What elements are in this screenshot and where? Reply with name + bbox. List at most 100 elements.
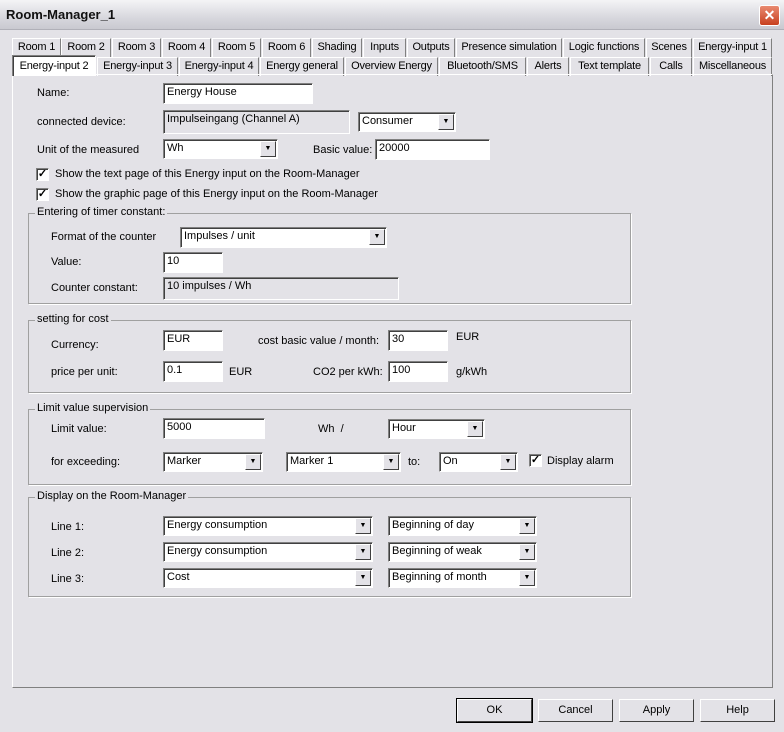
- marker-select[interactable]: Marker 1 ▼: [286, 452, 401, 472]
- period-value: Hour: [392, 422, 416, 434]
- tab-row1-9[interactable]: Presence simulation: [456, 38, 562, 57]
- tab-row1-2[interactable]: Room 3: [112, 38, 161, 57]
- limit-input[interactable]: 5000: [163, 418, 265, 439]
- limit-group: Limit value supervision: [28, 402, 631, 485]
- price-input[interactable]: 0.1: [163, 361, 223, 382]
- line-period-select[interactable]: Beginning of day ▼: [388, 516, 537, 536]
- cost-group-title: setting for cost: [35, 313, 111, 325]
- chevron-down-icon[interactable]: ▼: [245, 454, 261, 470]
- to-label: to:: [408, 456, 421, 468]
- chevron-down-icon[interactable]: ▼: [369, 229, 385, 245]
- display-group-title: Display on the Room-Manager: [35, 490, 189, 502]
- unit-label: Unit of the measured: [37, 144, 140, 156]
- show-text-checkbox[interactable]: ✓: [36, 168, 49, 181]
- chevron-down-icon[interactable]: ▼: [500, 454, 516, 470]
- tab-row1-7[interactable]: Inputs: [363, 38, 406, 57]
- format-value: Impulses / unit: [184, 230, 255, 242]
- exceed-type-value: Marker: [167, 455, 202, 467]
- cost-basic-label: cost basic value / month:: [258, 335, 380, 347]
- basic-value-label: Basic value:: [313, 144, 373, 156]
- cost-basic-input[interactable]: 30: [388, 330, 448, 351]
- line-value: Energy consumption: [167, 545, 268, 557]
- chevron-down-icon[interactable]: ▼: [260, 141, 276, 157]
- show-text-label: Show the text page of this Energy input …: [55, 168, 360, 180]
- help-button[interactable]: Help: [700, 699, 775, 722]
- counter-constant-label: Counter constant:: [51, 282, 138, 294]
- limit-unit: Wh /: [318, 423, 344, 435]
- format-label: Format of the counter: [51, 231, 157, 243]
- price-unit: EUR: [229, 366, 253, 378]
- exceed-type-select[interactable]: Marker ▼: [163, 452, 263, 472]
- marker-value: Marker 1: [290, 455, 334, 467]
- line-period: Beginning of weak: [392, 545, 482, 557]
- ok-button[interactable]: OK: [456, 698, 533, 723]
- device-type-value: Consumer: [362, 115, 413, 127]
- unit-select[interactable]: Wh ▼: [163, 139, 278, 159]
- limit-group-title: Limit value supervision: [35, 402, 151, 414]
- value-label: Value:: [51, 256, 82, 268]
- state-select[interactable]: On ▼: [439, 452, 518, 472]
- tab-row1-4[interactable]: Room 5: [212, 38, 261, 57]
- show-graphic-checkbox[interactable]: ✓: [36, 188, 49, 201]
- name-input[interactable]: Energy House: [163, 83, 313, 104]
- unit-value: Wh: [167, 142, 184, 154]
- line-label: Line 2:: [51, 547, 85, 559]
- display-alarm-checkbox[interactable]: ✓: [529, 454, 542, 467]
- chevron-down-icon[interactable]: ▼: [383, 454, 399, 470]
- cost-basic-unit: EUR: [456, 331, 480, 343]
- apply-button[interactable]: Apply: [619, 699, 694, 722]
- chevron-down-icon[interactable]: ▼: [519, 544, 535, 560]
- chevron-down-icon[interactable]: ▼: [467, 421, 483, 437]
- line-label: Line 1:: [51, 521, 85, 533]
- line-period-select[interactable]: Beginning of weak ▼: [388, 542, 537, 562]
- window-title: Room-Manager_1: [6, 7, 116, 22]
- line-value: Cost: [167, 571, 190, 583]
- chevron-down-icon[interactable]: ▼: [355, 544, 371, 560]
- chevron-down-icon[interactable]: ▼: [355, 570, 371, 586]
- chevron-down-icon[interactable]: ▼: [355, 518, 371, 534]
- co2-label: CO2 per kWh:: [313, 366, 383, 378]
- chevron-down-icon[interactable]: ▼: [438, 114, 454, 130]
- line-period: Beginning of month: [392, 571, 487, 583]
- device-field: Impulseingang (Channel A): [163, 110, 350, 134]
- title-bar: Room-Manager_1 ✕: [0, 0, 784, 30]
- format-select[interactable]: Impulses / unit ▼: [180, 227, 387, 248]
- tab-row1-10[interactable]: Logic functions: [563, 38, 645, 57]
- device-type-select[interactable]: Consumer ▼: [358, 112, 456, 132]
- currency-input[interactable]: EUR: [163, 330, 223, 351]
- tab-row1-8[interactable]: Outputs: [407, 38, 455, 57]
- period-select[interactable]: Hour ▼: [388, 419, 485, 439]
- show-graphic-label: Show the graphic page of this Energy inp…: [55, 188, 378, 200]
- currency-label: Currency:: [51, 339, 99, 351]
- co2-unit: g/kWh: [456, 366, 488, 378]
- tab-row1-11[interactable]: Scenes: [646, 38, 692, 57]
- line-value-select[interactable]: Energy consumption ▼: [163, 542, 373, 562]
- exceed-label: for exceeding:: [51, 456, 121, 468]
- line-label: Line 3:: [51, 573, 85, 585]
- line-value-select[interactable]: Cost ▼: [163, 568, 373, 588]
- tab-row2-0[interactable]: Energy-input 2: [12, 55, 96, 76]
- cancel-button[interactable]: Cancel: [538, 699, 613, 722]
- cost-group: setting for cost: [28, 313, 631, 393]
- line-period: Beginning of day: [392, 519, 474, 531]
- co2-input[interactable]: 100: [388, 361, 448, 382]
- basic-value-input[interactable]: 20000: [375, 139, 490, 160]
- chevron-down-icon[interactable]: ▼: [519, 518, 535, 534]
- timer-group-title: Entering of timer constant:: [35, 206, 168, 218]
- device-label: connected device:: [37, 116, 126, 128]
- line-value-select[interactable]: Energy consumption ▼: [163, 516, 373, 536]
- display-alarm-label: Display alarm: [547, 455, 614, 467]
- close-icon[interactable]: ✕: [759, 5, 780, 26]
- tab-row1-5[interactable]: Room 6: [262, 38, 311, 57]
- price-label: price per unit:: [51, 366, 118, 378]
- tab-row1-3[interactable]: Room 4: [162, 38, 211, 57]
- line-value: Energy consumption: [167, 519, 268, 531]
- line-period-select[interactable]: Beginning of month ▼: [388, 568, 537, 588]
- counter-constant-field: 10 impulses / Wh: [163, 277, 399, 300]
- value-input[interactable]: 10: [163, 252, 223, 273]
- state-value: On: [443, 455, 458, 467]
- chevron-down-icon[interactable]: ▼: [519, 570, 535, 586]
- tab-row1-6[interactable]: Shading: [312, 38, 362, 57]
- limit-label: Limit value:: [51, 423, 107, 435]
- tab-row1-12[interactable]: Energy-input 1: [693, 38, 772, 57]
